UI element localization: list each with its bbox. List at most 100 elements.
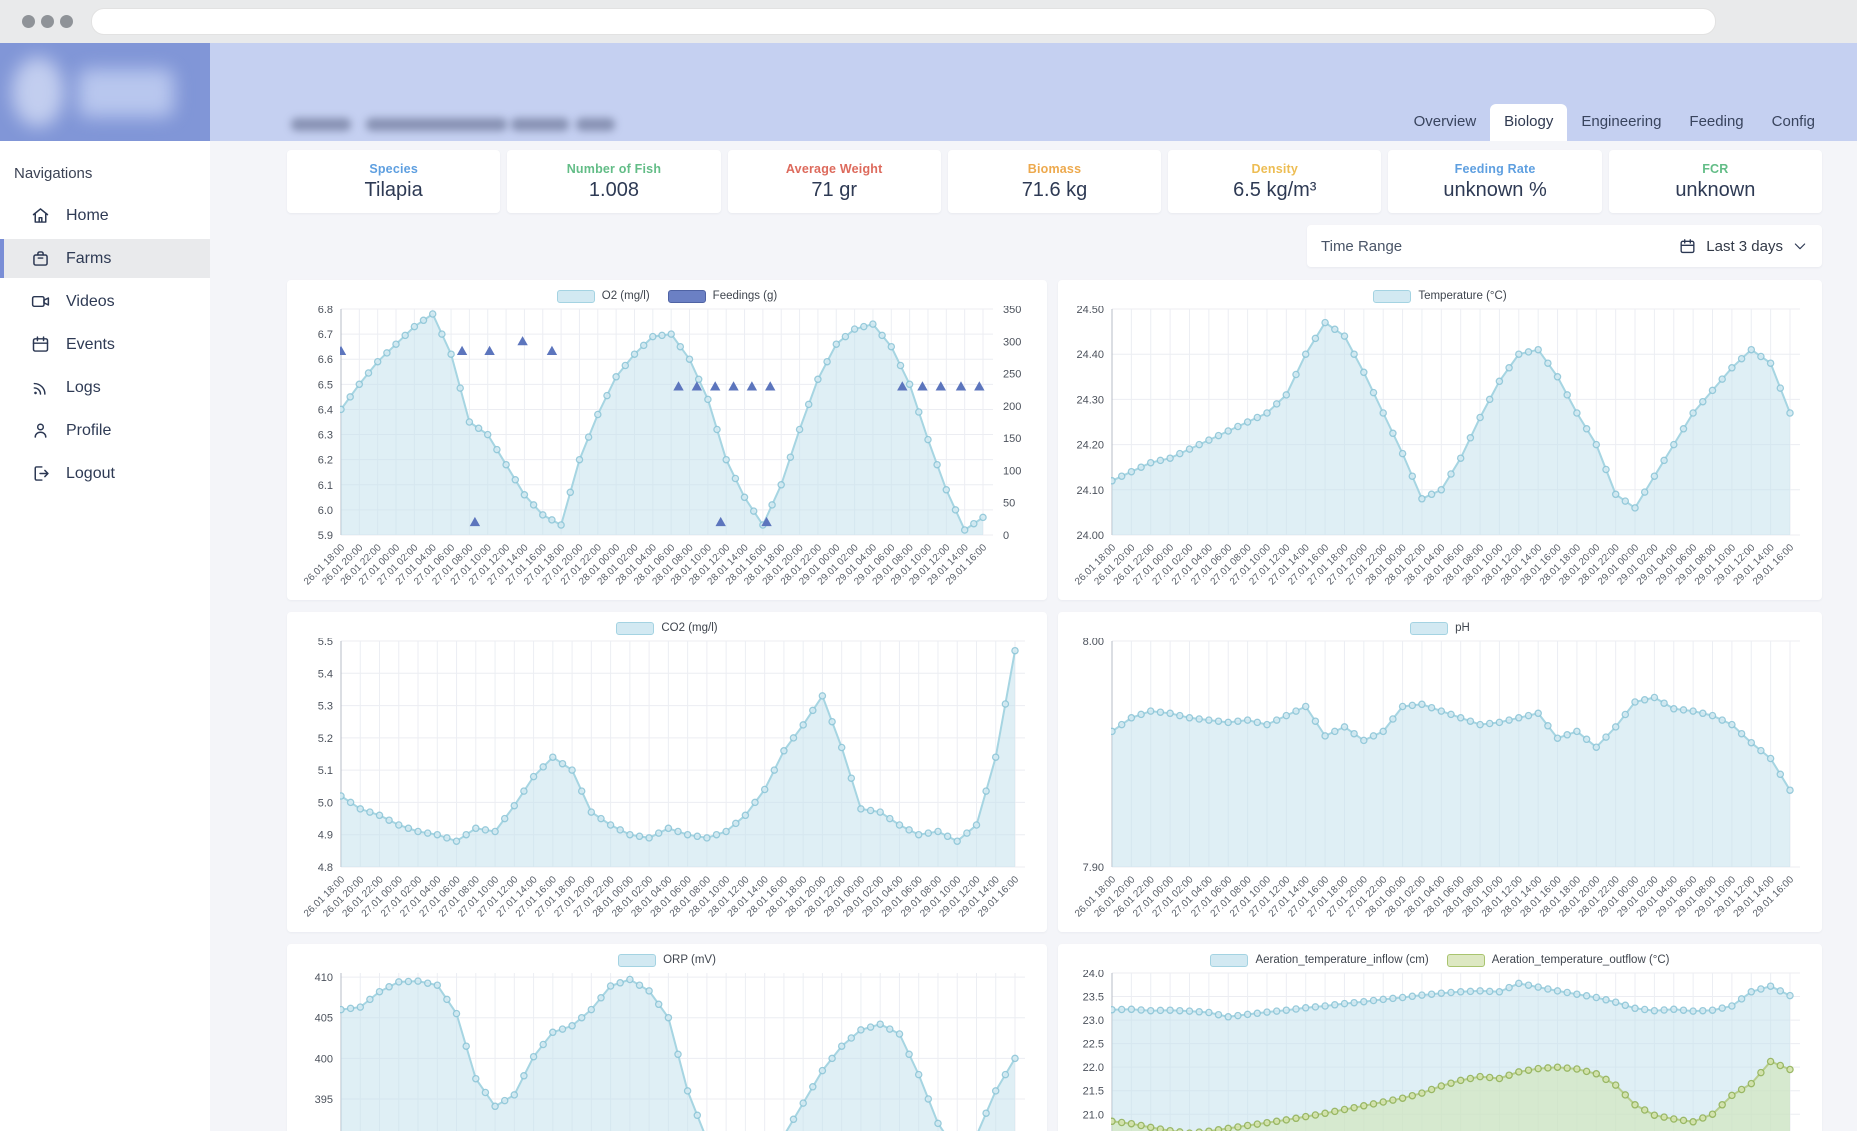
chart-legend: Temperature (°C): [1066, 287, 1814, 305]
svg-text:6.0: 6.0: [318, 505, 333, 517]
svg-text:300: 300: [1003, 336, 1021, 348]
svg-text:250: 250: [1003, 369, 1021, 381]
legend-item[interactable]: Temperature (°C): [1373, 290, 1506, 303]
stat-label: Number of Fish: [567, 162, 661, 176]
tab-config[interactable]: Config: [1758, 104, 1829, 141]
legend-label: O2 (mg/l): [602, 290, 650, 302]
legend-label: Feedings (g): [713, 290, 778, 302]
window-control-dot[interactable]: [22, 15, 35, 28]
sidebar-item-logs[interactable]: Logs: [0, 368, 210, 407]
logout-icon: [30, 463, 51, 484]
window-control-dot[interactable]: [41, 15, 54, 28]
svg-text:0: 0: [1003, 530, 1009, 542]
chart-legend: ORP (mV): [295, 951, 1039, 969]
legend-label: Aeration_temperature_inflow (cm): [1255, 954, 1428, 966]
sidebar-item-events[interactable]: Events: [0, 325, 210, 364]
legend-label: pH: [1455, 622, 1470, 634]
svg-text:7.90: 7.90: [1083, 862, 1104, 874]
person-icon: [30, 420, 51, 441]
stat-value: 71.6 kg: [1022, 179, 1088, 202]
svg-text:405: 405: [315, 1013, 333, 1025]
stat-label: Density: [1252, 162, 1299, 176]
sidebar-item-farms[interactable]: Farms: [0, 239, 210, 278]
aeration-chart[interactable]: 24.023.523.022.522.021.521.020.520.019.5…: [1066, 970, 1814, 1131]
stat-value: 1.008: [589, 179, 639, 202]
svg-text:6.1: 6.1: [318, 480, 333, 492]
stat-card-feeding-rate: Feeding Rate unknown %: [1388, 150, 1601, 213]
sidebar-item-home[interactable]: Home: [0, 196, 210, 235]
sidebar-item-label: Logs: [66, 379, 101, 397]
breadcrumb-redacted: [576, 118, 615, 131]
legend-item[interactable]: CO2 (mg/l): [616, 622, 717, 635]
app-logo: [0, 43, 210, 141]
svg-text:150: 150: [1003, 433, 1021, 445]
stat-card-average-weight: Average Weight 71 gr: [728, 150, 941, 213]
stat-value: unknown: [1675, 179, 1755, 202]
sidebar-item-label: Events: [66, 336, 115, 354]
svg-text:395: 395: [315, 1094, 333, 1106]
page-header: Overview Biology Engineering Feeding Con…: [210, 43, 1857, 141]
svg-text:5.2: 5.2: [318, 733, 333, 745]
chart-legend: CO2 (mg/l): [295, 619, 1039, 637]
legend-item[interactable]: Feedings (g): [668, 290, 778, 303]
legend-item[interactable]: Aeration_temperature_inflow (cm): [1210, 954, 1428, 967]
sidebar-item-profile[interactable]: Profile: [0, 411, 210, 450]
chart-legend: pH: [1066, 619, 1814, 637]
legend-item[interactable]: ORP (mV): [618, 954, 716, 967]
svg-text:23.5: 23.5: [1083, 992, 1104, 1004]
chart-panel-temperature: Temperature (°C) 24.5024.4024.3024.2024.…: [1058, 280, 1822, 600]
ph-chart[interactable]: 8.007.9026.01 18:0026.01 20:0026.01 22:0…: [1066, 638, 1814, 930]
svg-text:21.0: 21.0: [1083, 1109, 1104, 1121]
time-range-value: Last 3 days: [1706, 238, 1783, 255]
stat-label: FCR: [1702, 162, 1728, 176]
tab-biology[interactable]: Biology: [1490, 104, 1567, 141]
legend-label: ORP (mV): [663, 954, 716, 966]
legend-label: Temperature (°C): [1418, 290, 1506, 302]
legend-item[interactable]: pH: [1410, 622, 1470, 635]
co2-chart[interactable]: 5.55.45.35.25.15.04.94.826.01 18:0026.01…: [295, 638, 1039, 930]
logo-text-redacted: [78, 69, 174, 117]
chevron-down-icon: [1792, 238, 1808, 254]
svg-text:24.20: 24.20: [1076, 440, 1104, 452]
svg-text:24.40: 24.40: [1076, 349, 1104, 361]
svg-text:24.10: 24.10: [1076, 485, 1104, 497]
browser-chrome: [0, 0, 1857, 43]
svg-text:5.1: 5.1: [318, 765, 333, 777]
chart-legend: O2 (mg/l) Feedings (g): [295, 287, 1039, 305]
charts-grid: O2 (mg/l)Feedings (g) 6.86.76.66.56.46.3…: [287, 280, 1822, 1131]
chart-panel-orp: ORP (mV) 41040540039539038526.01 18:0026…: [287, 944, 1047, 1131]
svg-text:4.9: 4.9: [318, 830, 333, 842]
svg-text:5.5: 5.5: [318, 638, 333, 648]
legend-swatch: [1373, 290, 1411, 303]
time-range-select[interactable]: Time Range Last 3 days: [1307, 225, 1822, 267]
svg-text:6.5: 6.5: [318, 379, 333, 391]
sidebar: Navigations Home Farms Videos Events Log…: [0, 43, 210, 1131]
svg-text:50: 50: [1003, 498, 1015, 510]
orp-chart[interactable]: 41040540039539038526.01 18:0026.01 20:00…: [295, 970, 1039, 1131]
temperature-chart[interactable]: 24.5024.4024.3024.2024.1024.0026.01 18:0…: [1066, 306, 1814, 598]
stat-value: unknown %: [1443, 179, 1546, 202]
logo-mark-redacted: [12, 57, 64, 127]
o2-feedings-chart[interactable]: 6.86.76.66.56.46.36.26.16.05.926.01 18:0…: [295, 306, 1039, 598]
svg-text:24.30: 24.30: [1076, 394, 1104, 406]
svg-text:400: 400: [315, 1053, 333, 1065]
window-control-dot[interactable]: [60, 15, 73, 28]
url-bar[interactable]: [91, 8, 1716, 35]
stat-card-species: Species Tilapia: [287, 150, 500, 213]
app-window: Navigations Home Farms Videos Events Log…: [0, 0, 1857, 1131]
legend-swatch: [557, 290, 595, 303]
stat-card-density: Density 6.5 kg/m³: [1168, 150, 1381, 213]
legend-label: CO2 (mg/l): [661, 622, 717, 634]
svg-text:4.8: 4.8: [318, 862, 333, 874]
svg-text:6.6: 6.6: [318, 354, 333, 366]
tab-bar: Overview Biology Engineering Feeding Con…: [1400, 104, 1829, 141]
sidebar-item-videos[interactable]: Videos: [0, 282, 210, 321]
legend-item[interactable]: Aeration_temperature_outflow (°C): [1447, 954, 1670, 967]
sidebar-item-logout[interactable]: Logout: [0, 454, 210, 493]
svg-text:6.4: 6.4: [318, 404, 333, 416]
legend-item[interactable]: O2 (mg/l): [557, 290, 650, 303]
tab-engineering[interactable]: Engineering: [1567, 104, 1675, 141]
tab-feeding[interactable]: Feeding: [1675, 104, 1757, 141]
tab-overview[interactable]: Overview: [1400, 104, 1491, 141]
stat-label: Species: [369, 162, 418, 176]
